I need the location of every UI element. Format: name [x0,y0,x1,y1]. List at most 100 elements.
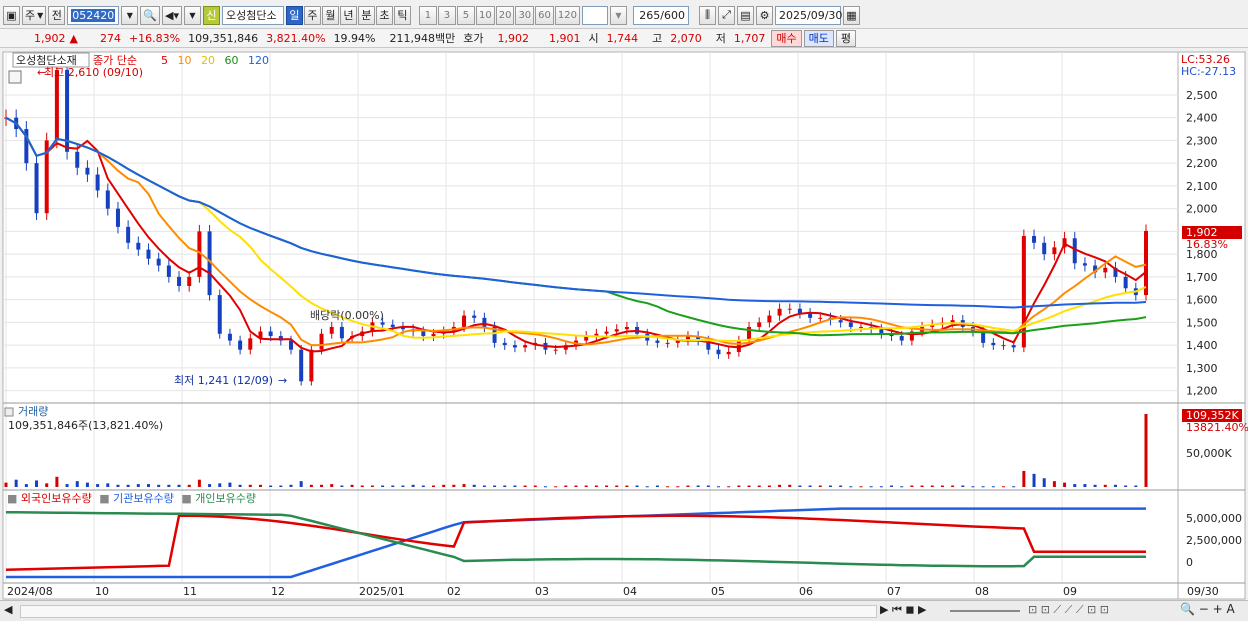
zoom-controls-icon[interactable]: 🔍 − + A [1180,602,1235,616]
x-tick-label: 2025/01 [359,585,405,598]
candle-body [614,329,619,332]
period-month[interactable]: 월 [321,5,339,25]
candle-type-icon[interactable]: ⫼ [699,5,716,25]
interval-1[interactable]: 1 [418,5,437,25]
volume-pane-checkbox[interactable] [4,407,14,417]
volume-bar [320,484,324,487]
period-minute[interactable]: 분 [357,5,375,25]
ask-label: 호가 [463,32,484,45]
volume-bar [574,485,578,487]
volume-bar [1042,478,1046,487]
interval-20[interactable]: 20 [495,5,515,25]
date-field[interactable]: 2025/09/30 [775,5,842,25]
interval-5[interactable]: 5 [456,5,475,25]
period-second[interactable]: 초 [375,5,393,25]
candle-body [462,315,467,327]
volume-bar [299,481,303,487]
candle-body [421,331,426,337]
draw-tool-icon[interactable]: ⤢ [718,5,735,25]
new-badge[interactable]: 신 [202,5,220,25]
stock-code-input[interactable]: 052420 [67,5,120,25]
volume-bar [696,485,700,487]
volume-bar [147,484,150,487]
x-tick-label: 12 [271,585,285,598]
calendar-icon[interactable]: ▦ [843,5,860,25]
down-arrow-icon[interactable]: ▼ [183,5,201,25]
chart-scrollbar[interactable]: ◀ ▶ ⏮ ◼ ▶ ⊡ ⊡ ⟋ ⟋ ⟋ ⊡ ⊡ 🔍 − + A [0,600,1248,621]
volume-bar [482,485,486,487]
scroll-left-icon[interactable]: ◀ [4,603,12,616]
buy-button[interactable]: 매수 [771,29,802,47]
volume-tick-label: 50,000K [1186,447,1232,460]
interval-custom-input[interactable] [582,5,608,25]
volume-bar [238,484,242,487]
volume-bar [401,485,405,487]
candle-body [268,331,273,337]
bid-price: 1,901 [549,31,581,45]
interval-3[interactable]: 3 [437,5,456,25]
mode-select[interactable]: 주 ▼ [22,5,47,25]
volume-bar [839,485,843,487]
volume-bar [126,484,130,487]
search-icon[interactable]: 🔍 [140,5,160,25]
candle-body [808,313,813,318]
volume-bar [818,485,822,487]
volume-bar [554,486,558,488]
volume-bar [930,485,934,487]
candle-body [818,317,823,319]
pct-tag: 16.83% [1186,238,1228,251]
period-tick[interactable]: 틱 [393,5,411,25]
candle-body [227,333,232,341]
zoom-slider[interactable] [950,610,1020,612]
holding-inst-label: 기관보유수량 [113,492,174,505]
volume-bar [24,484,28,487]
candle-body [105,190,110,209]
nav-tools-icons[interactable]: ⊡ ⊡ ⟋ ⟋ ⟋ ⊡ ⊡ [1028,603,1109,617]
stock-name-field[interactable]: 오성첨단소 [221,5,284,25]
candle-body [950,320,955,323]
candle-body [757,322,762,327]
volume-bar [615,485,619,487]
speaker-icon[interactable]: ◀▾ [161,5,182,25]
period-week[interactable]: 주 [303,5,321,25]
volume-bar [706,485,710,487]
volume-bar [279,485,283,487]
interval-dropdown-button[interactable]: ▼ [610,5,627,25]
interval-120[interactable]: 120 [554,5,580,25]
chart-area[interactable]: 2,5002,4002,3002,2002,1002,0001,9001,800… [0,50,1248,600]
interval-10[interactable]: 10 [475,5,495,25]
chart-settings-icon[interactable] [8,70,22,84]
interval-60[interactable]: 60 [535,5,554,25]
volume-bar [360,485,364,487]
sell-button[interactable]: 매도 [803,29,834,47]
volume-bar [503,485,507,487]
candle-body [716,349,721,355]
volume-bar [655,485,659,487]
gear-icon[interactable]: ⚙ [756,5,773,25]
nav-play-icon[interactable]: ▶ ⏮ ◼ ▶ [880,603,926,617]
candle-body [767,315,772,323]
period-day[interactable]: 일 [285,5,303,25]
candle-body [217,295,222,334]
interval-30[interactable]: 30 [515,5,535,25]
volume-bar [75,481,79,487]
scroll-track[interactable] [20,605,877,618]
candle-body [248,338,253,350]
eval-button[interactable]: 평 [835,29,856,47]
count-field[interactable]: 265/600 [633,5,689,25]
volume-bar [645,486,649,488]
volume-bar [370,485,374,487]
holding-tick-2-5m: 2,500,000 [1186,534,1242,547]
volume-bar [197,479,201,487]
volume-bar [116,484,120,487]
holding-bullet-3: ■ [181,492,191,505]
code-dropdown-button[interactable]: ▼ [121,5,139,25]
period-year[interactable]: 년 [339,5,357,25]
x-tick-label: 06 [799,585,813,598]
prev-button[interactable]: 전 [48,5,66,25]
window-icon[interactable]: ▣ [3,5,20,25]
candle-body [777,308,782,316]
candle-body [838,320,843,323]
volume-ratio: 3,821.40% [266,31,326,45]
save-icon[interactable]: ▤ [737,5,754,25]
